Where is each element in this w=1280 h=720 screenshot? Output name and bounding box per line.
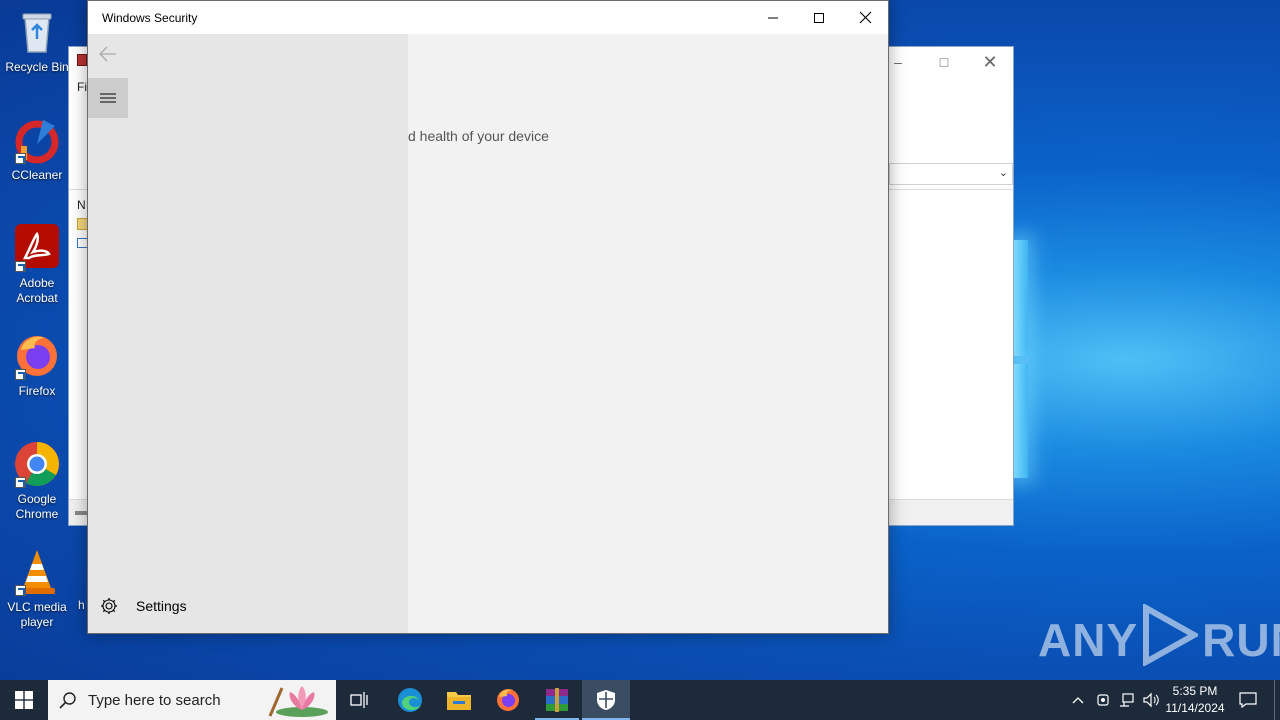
windows-security-icon — [597, 690, 615, 710]
tray-device-button[interactable] — [1092, 680, 1114, 720]
shortcut-arrow-icon — [15, 153, 26, 164]
desktop-icon-label: VLC media player — [7, 600, 67, 629]
winrar-small-icon — [77, 54, 87, 66]
show-desktop-button[interactable] — [1274, 680, 1280, 720]
logo-pane-top — [1012, 240, 1028, 356]
search-placeholder: Type here to search — [88, 691, 221, 709]
start-button[interactable] — [0, 680, 48, 720]
shortcut-arrow-icon — [15, 261, 26, 272]
close-button[interactable] — [842, 1, 888, 34]
anyrun-watermark: ANY RUN — [1038, 602, 1280, 672]
minimize-button[interactable] — [750, 1, 796, 34]
hamburger-menu-button[interactable] — [88, 78, 128, 118]
desktop-icon-label: CCleaner — [11, 168, 63, 182]
firefox-icon — [497, 689, 519, 711]
scroll-indicator — [75, 511, 87, 515]
desktop-icon-vlc[interactable]: VLC media player — [0, 548, 74, 630]
device-status-icon — [1097, 694, 1109, 706]
gear-icon — [88, 597, 130, 615]
taskbar-file-explorer[interactable] — [435, 680, 483, 720]
page-subtitle: d health of your device — [408, 128, 549, 144]
column-header-fragment[interactable]: N — [77, 198, 86, 212]
recycle-bin-icon — [13, 8, 61, 56]
lotus-search-highlight-icon — [262, 682, 332, 720]
maximize-icon — [814, 12, 824, 23]
content-pane: d health of your device — [408, 34, 888, 633]
taskbar-edge[interactable] — [386, 680, 434, 720]
desktop-icon-ccleaner[interactable]: CCleaner — [0, 116, 74, 183]
clock-date: 11/14/2024 — [1165, 701, 1225, 715]
watermark-text-right: RUN — [1202, 614, 1280, 666]
logo-pane-bottom — [1012, 364, 1028, 478]
task-view-button[interactable] — [336, 680, 384, 720]
desktop-icon-recycle-bin[interactable]: Recycle Bin — [0, 8, 74, 75]
windows-security-window[interactable]: Windows Security Settings d health of yo… — [87, 0, 889, 634]
firefox-icon — [13, 332, 61, 380]
windows-logo-icon — [15, 691, 33, 709]
desktop-icon-adobe-acrobat[interactable]: Adobe Acrobat — [0, 224, 74, 306]
shortcut-arrow-icon — [15, 369, 26, 380]
shortcut-arrow-icon — [15, 477, 26, 488]
task-view-icon — [350, 692, 368, 708]
show-hidden-icons-button[interactable] — [1068, 680, 1088, 720]
notification-icon — [1239, 692, 1257, 708]
back-arrow-icon — [99, 46, 116, 62]
file-explorer-icon — [447, 692, 471, 710]
taskbar-windows-security[interactable] — [582, 680, 630, 720]
chevron-up-icon — [1072, 697, 1084, 704]
taskbar: Type here to search 5:35 PM 11/14/2024 — [0, 680, 1280, 720]
watermark-text-left: ANY — [1038, 614, 1139, 666]
maximize-button[interactable] — [796, 1, 842, 34]
network-icon — [1120, 693, 1134, 707]
maximize-icon[interactable]: □ — [921, 49, 967, 75]
hamburger-icon — [100, 93, 116, 103]
wallpaper-windows-logo — [1012, 240, 1030, 480]
desktop-icon-label: Adobe Acrobat — [16, 276, 58, 305]
chrome-icon — [13, 440, 61, 488]
desktop-icon-label-partial: h — [78, 598, 85, 612]
ccleaner-icon — [13, 116, 61, 164]
desktop-icon-firefox[interactable]: Firefox — [0, 332, 74, 399]
vlc-icon — [13, 548, 61, 596]
taskbar-firefox[interactable] — [484, 680, 532, 720]
adobe-acrobat-icon — [13, 224, 61, 272]
volume-button[interactable] — [1140, 680, 1162, 720]
chevron-down-icon: ⌄ — [998, 167, 1008, 179]
close-icon — [859, 11, 871, 24]
clock-time: 5:35 PM — [1172, 684, 1218, 698]
window-titlebar[interactable]: Windows Security — [88, 1, 888, 34]
shortcut-arrow-icon — [15, 585, 26, 596]
menu-fragment[interactable]: Fi — [77, 80, 87, 94]
minimize-icon — [768, 17, 778, 18]
winrar-icon — [546, 688, 568, 712]
volume-icon — [1143, 692, 1159, 708]
navigation-pane: Settings — [88, 34, 408, 633]
desktop-icon-label: Firefox — [18, 384, 56, 398]
edge-icon — [398, 688, 422, 712]
close-icon[interactable]: ✕ — [967, 49, 1013, 75]
taskbar-clock[interactable]: 5:35 PM 11/14/2024 — [1160, 683, 1230, 717]
taskbar-winrar[interactable] — [533, 680, 581, 720]
desktop-icon-label: Recycle Bin — [5, 60, 69, 74]
network-button[interactable] — [1116, 680, 1138, 720]
back-button[interactable] — [88, 34, 128, 74]
search-icon — [48, 691, 88, 709]
desktop-icon-label: Google Chrome — [15, 492, 59, 521]
play-icon — [1142, 602, 1201, 677]
window-title: Windows Security — [102, 11, 198, 25]
action-center-button[interactable] — [1234, 680, 1262, 720]
settings-label: Settings — [136, 598, 187, 614]
desktop-icon-google-chrome[interactable]: Google Chrome — [0, 440, 74, 522]
path-dropdown[interactable]: ⌄ — [889, 163, 1013, 185]
nav-item-settings[interactable]: Settings — [88, 593, 408, 619]
taskbar-search-box[interactable]: Type here to search — [48, 680, 336, 720]
